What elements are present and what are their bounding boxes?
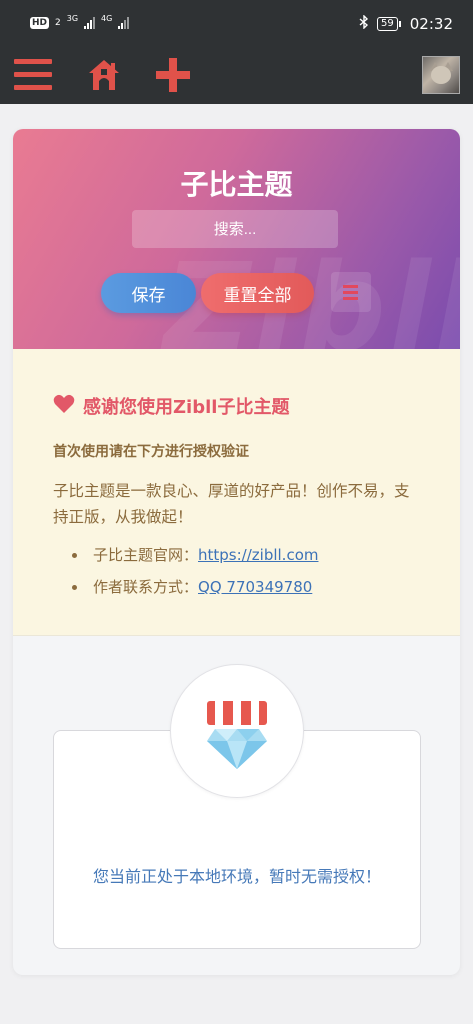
list-item-label: 子比主题官网： (93, 546, 199, 564)
notice-subtitle: 首次使用请在下方进行授权验证 (53, 444, 249, 460)
main-card: Zibll 子比主题 保存 重置全部 感谢您使用Zibll子比主题 首次使用请在… (13, 129, 460, 975)
signal1-label: 3G (66, 13, 79, 23)
heart-icon (53, 394, 75, 418)
status-bar: HD 2 3G 4G 59 02:32 (0, 0, 473, 52)
top-navigation (0, 52, 473, 104)
sim-label: 2 (55, 18, 61, 28)
list-item: 作者联系方式：QQ 770349780 (53, 571, 318, 603)
bluetooth-icon (359, 14, 369, 33)
signal-icon-2 (118, 17, 130, 29)
network-badge: HD (30, 17, 50, 29)
diamond-store-icon (170, 664, 304, 798)
notice-list: 子比主题官网：https://zibll.com 作者联系方式：QQ 77034… (53, 539, 318, 603)
notice-panel: 感谢您使用Zibll子比主题 首次使用请在下方进行授权验证 子比主题是一款良心、… (13, 349, 460, 636)
options-menu-button[interactable] (331, 272, 371, 312)
list-item: 子比主题官网：https://zibll.com (53, 539, 318, 571)
reset-all-button[interactable]: 重置全部 (201, 273, 314, 313)
plus-icon[interactable] (154, 56, 192, 98)
battery-icon: 59 (377, 17, 401, 31)
notice-title: 感谢您使用Zibll子比主题 (83, 397, 290, 418)
hamburger-menu-icon[interactable] (14, 59, 52, 91)
notice-heading: 感谢您使用Zibll子比主题 (53, 393, 289, 419)
notice-body: 子比主题是一款良心、厚道的好产品！创作不易，支持正版，从我做起！ (53, 482, 410, 526)
hero-header: Zibll 子比主题 保存 重置全部 (13, 129, 460, 349)
page-title: 子比主题 (180, 168, 293, 201)
signal-icon (84, 17, 96, 29)
status-right: 59 02:32 (359, 14, 453, 33)
list-item-label: 作者联系方式： (93, 578, 199, 596)
license-message: 您当前正处于本地环境，暂时无需授权！ (92, 867, 381, 886)
clock: 02:32 (409, 15, 453, 33)
home-icon[interactable] (86, 57, 122, 97)
avatar[interactable] (422, 56, 460, 94)
signal2-label: 4G (101, 13, 113, 23)
status-left: HD 2 3G 4G (30, 13, 130, 29)
save-button[interactable]: 保存 (101, 273, 196, 313)
search-input[interactable] (132, 210, 338, 248)
contact-link[interactable]: QQ 770349780 (198, 578, 312, 596)
website-link[interactable]: https://zibll.com (198, 546, 318, 564)
